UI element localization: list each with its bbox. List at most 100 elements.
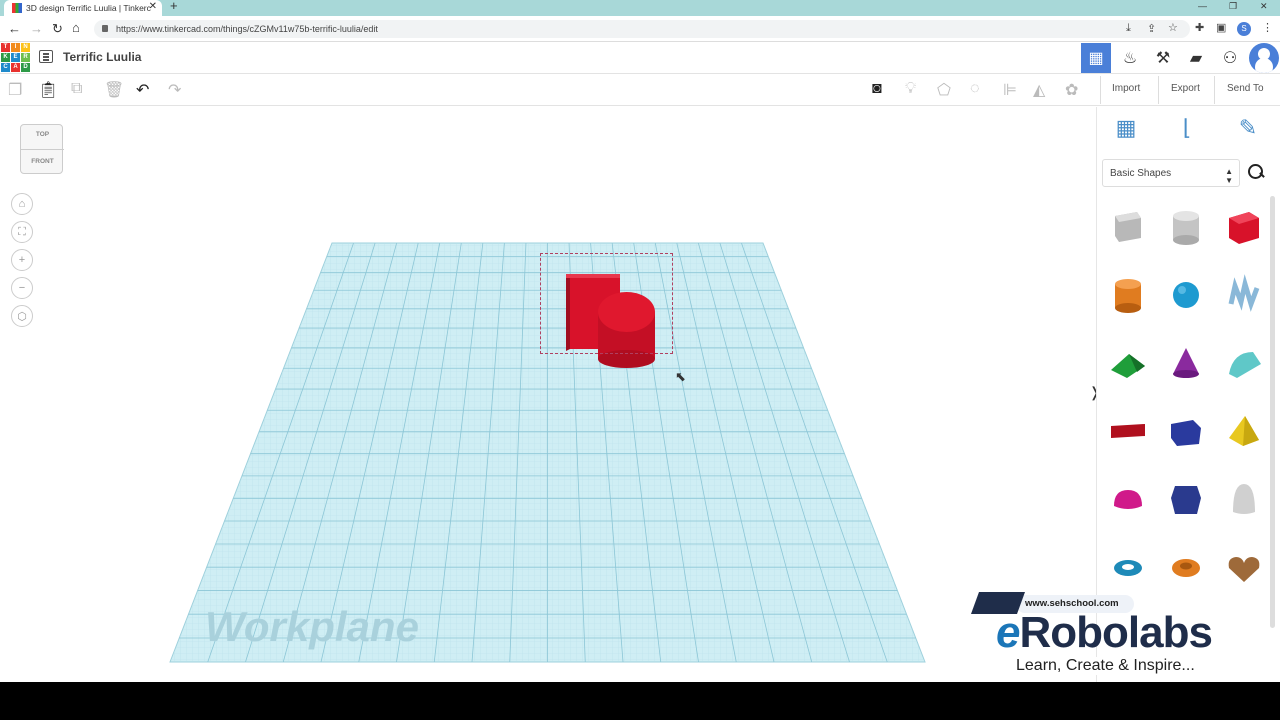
shape-half-sphere[interactable]: [1101, 468, 1155, 530]
close-tab-icon[interactable]: ✕: [149, 1, 157, 12]
pickaxe-icon[interactable]: ⚒: [1148, 43, 1178, 73]
3d-workspace[interactable]: Workplane: [0, 107, 1096, 682]
group-icon[interactable]: ✿: [1065, 80, 1078, 100]
install-icon[interactable]: ⤓: [1126, 22, 1131, 35]
maximize-icon[interactable]: ❐: [1229, 1, 1237, 12]
search-icon[interactable]: [1247, 163, 1265, 181]
shape-cone[interactable]: [1159, 332, 1213, 394]
torus-icon: [1114, 560, 1142, 576]
shape-polygon[interactable]: [1159, 468, 1213, 530]
shape-text[interactable]: [1101, 400, 1155, 462]
shape-sphere[interactable]: [1159, 264, 1213, 326]
reload-icon[interactable]: ↻: [52, 21, 63, 37]
shape-roof[interactable]: [1101, 332, 1155, 394]
add-user-icon[interactable]: ⚇: [1215, 43, 1245, 73]
view-cube-top[interactable]: TOP: [21, 131, 64, 138]
workplane[interactable]: [0, 107, 1096, 682]
bookmark-star-icon[interactable]: ☆: [1168, 21, 1178, 34]
shape-icon[interactable]: ⬠: [937, 80, 951, 100]
edit-toolbar: [0, 74, 1280, 106]
shape-box[interactable]: [1217, 196, 1271, 258]
grid-view-icon[interactable]: ▦: [1081, 43, 1111, 73]
minimize-icon[interactable]: —: [1198, 1, 1207, 11]
bricks-icon[interactable]: ▰: [1181, 43, 1211, 73]
delete-icon[interactable]: 🗑︎: [104, 80, 124, 100]
share-icon[interactable]: ⇪: [1147, 22, 1156, 35]
shape-cylinder-hole[interactable]: [1159, 196, 1213, 258]
roof-icon: [1111, 354, 1145, 378]
notes-icon[interactable]: ✎: [1230, 115, 1266, 147]
note-icon[interactable]: ◙: [872, 80, 882, 98]
shape-heart[interactable]: [1217, 536, 1271, 598]
toolbar-divider: [1214, 76, 1215, 104]
heart-icon: [1228, 557, 1260, 582]
design-title[interactable]: Terrific Luulia: [63, 50, 141, 64]
shape-half-sphere-box[interactable]: [1159, 400, 1213, 462]
send-to-button[interactable]: Send To: [1227, 83, 1264, 94]
shape-cylinder[interactable]: [1101, 264, 1155, 326]
workplane-icon[interactable]: ▦: [1108, 115, 1144, 147]
export-button[interactable]: Export: [1171, 83, 1200, 94]
design-menu-icon[interactable]: [39, 50, 53, 63]
zoom-out-icon[interactable]: −: [11, 277, 33, 299]
zoom-in-icon[interactable]: +: [11, 249, 33, 271]
address-bar[interactable]: https://www.tinkercad.com/things/cZGMv11…: [94, 20, 1190, 38]
align-icon[interactable]: ⊫: [1003, 80, 1017, 100]
paste-icon[interactable]: 📋︎: [38, 80, 58, 100]
home-icon[interactable]: ⌂: [72, 20, 80, 35]
watermark-logo: eRobolabs: [996, 608, 1213, 657]
lightbulb-robot-icon[interactable]: ♨: [1115, 43, 1145, 73]
perspective-icon[interactable]: ⬡: [11, 305, 33, 327]
import-button[interactable]: Import: [1112, 83, 1140, 94]
shape-box-hole[interactable]: [1101, 196, 1155, 258]
close-window-icon[interactable]: ✕: [1260, 1, 1268, 12]
browser-tab[interactable]: 3D design Terrific Luulia | Tinkerc ✕: [4, 0, 162, 16]
workplane-label: Workplane: [205, 603, 419, 650]
lock-icon: [102, 25, 108, 32]
shape-round-roof[interactable]: [1217, 332, 1271, 394]
profile-avatar[interactable]: S: [1237, 22, 1251, 36]
new-tab-icon[interactable]: +: [170, 0, 178, 13]
forward-icon[interactable]: →: [30, 21, 43, 36]
view-cube[interactable]: TOP FRONT: [20, 124, 64, 174]
shape-category-select[interactable]: Basic Shapes ▲ ▼: [1102, 159, 1240, 187]
box-icon: [1229, 212, 1259, 244]
shape-pyramid[interactable]: [1217, 400, 1271, 462]
shape-scribble[interactable]: [1217, 264, 1271, 326]
cylinder-icon: [1115, 279, 1141, 313]
mirror-icon[interactable]: ◭: [1033, 80, 1045, 100]
browser-tab-strip: [0, 0, 1280, 16]
view-cube-edge: [21, 149, 64, 150]
ruler-icon[interactable]: ⌊: [1169, 115, 1205, 147]
extensions-icon[interactable]: ✚: [1195, 21, 1204, 34]
shape-grid: [1101, 196, 1271, 598]
app-window: 3D design Terrific Luulia | Tinkerc ✕ + …: [0, 0, 1280, 682]
back-icon[interactable]: ←: [8, 21, 21, 36]
scribble-icon: [1228, 274, 1260, 312]
redo-icon[interactable]: ↷: [168, 80, 181, 100]
light-icon[interactable]: 💡︎: [905, 80, 916, 98]
tab-title: 3D design Terrific Luulia | Tinkerc: [26, 3, 151, 13]
cylinder-hole-icon: [1173, 211, 1199, 245]
sidebar-icon[interactable]: ▣: [1216, 21, 1226, 34]
duplicate-icon[interactable]: ⧉: [71, 80, 82, 98]
undo-icon[interactable]: ↶: [136, 80, 149, 100]
paraboloid-icon: [1233, 484, 1255, 514]
browser-menu-icon[interactable]: ⋮: [1262, 21, 1273, 34]
panel-scrollbar[interactable]: [1270, 196, 1275, 628]
video-letterbox: [0, 682, 1280, 720]
hole-icon[interactable]: ◌: [970, 80, 980, 98]
copy-icon[interactable]: ❐: [8, 80, 22, 100]
selection-bounding-box[interactable]: [540, 253, 673, 354]
tinkercad-logo[interactable]: T I N K E R C A D: [1, 43, 30, 72]
shape-tube[interactable]: [1159, 536, 1213, 598]
sphere-icon: [1173, 282, 1199, 308]
home-view-icon[interactable]: ⌂: [11, 193, 33, 215]
fit-view-icon[interactable]: ⛶: [11, 221, 33, 243]
box-hole-icon: [1115, 212, 1141, 242]
view-cube-front[interactable]: FRONT: [21, 158, 64, 165]
user-avatar[interactable]: [1249, 43, 1279, 73]
round-roof-icon: [1229, 352, 1261, 378]
shape-torus[interactable]: [1101, 536, 1155, 598]
shape-paraboloid[interactable]: [1217, 468, 1271, 530]
